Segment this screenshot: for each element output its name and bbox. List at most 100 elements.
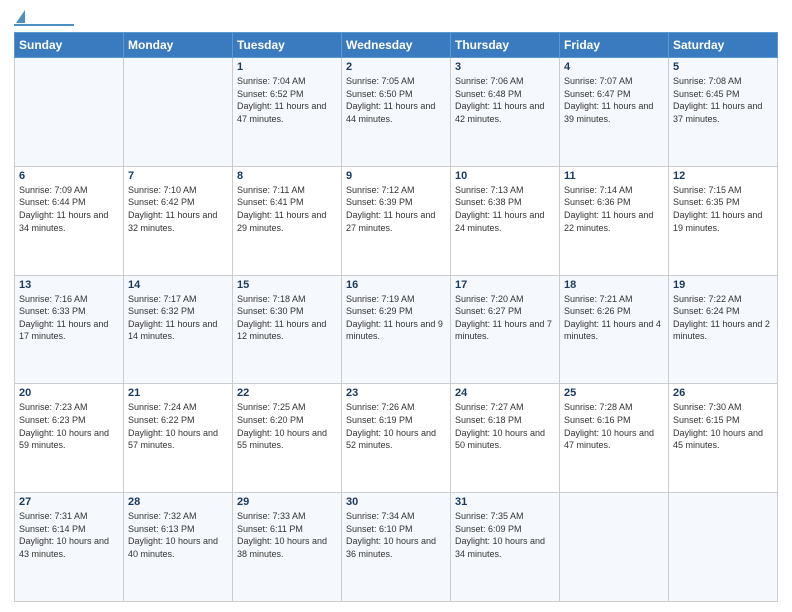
calendar-day-cell: 19 Sunrise: 7:22 AMSunset: 6:24 PMDayligh… [669, 275, 778, 384]
day-number: 7 [128, 170, 228, 182]
day-detail: Sunrise: 7:13 AMSunset: 6:38 PMDaylight:… [455, 184, 555, 234]
day-detail: Sunrise: 7:27 AMSunset: 6:18 PMDaylight:… [455, 401, 555, 451]
weekday-header: Wednesday [342, 33, 451, 58]
calendar-week-row: 27 Sunrise: 7:31 AMSunset: 6:14 PMDayligh… [15, 493, 778, 602]
calendar-day-cell: 3 Sunrise: 7:06 AMSunset: 6:48 PMDaylight… [451, 58, 560, 167]
day-number: 30 [346, 496, 446, 508]
calendar-day-cell: 14 Sunrise: 7:17 AMSunset: 6:32 PMDayligh… [124, 275, 233, 384]
day-number: 27 [19, 496, 119, 508]
day-detail: Sunrise: 7:14 AMSunset: 6:36 PMDaylight:… [564, 184, 664, 234]
day-detail: Sunrise: 7:31 AMSunset: 6:14 PMDaylight:… [19, 510, 119, 560]
calendar-day-cell: 25Sunrise: 7:28 AMSunset: 6:16 PMDayligh… [560, 384, 669, 493]
calendar-week-row: 6 Sunrise: 7:09 AMSunset: 6:44 PMDaylight… [15, 166, 778, 275]
day-detail: Sunrise: 7:11 AMSunset: 6:41 PMDaylight:… [237, 184, 337, 234]
calendar-day-cell: 31 Sunrise: 7:35 AMSunset: 6:09 PMDayligh… [451, 493, 560, 602]
calendar-day-cell: 30 Sunrise: 7:34 AMSunset: 6:10 PMDayligh… [342, 493, 451, 602]
day-number: 16 [346, 279, 446, 291]
day-detail: Sunrise: 7:22 AMSunset: 6:24 PMDaylight:… [673, 293, 773, 343]
calendar-day-cell [669, 493, 778, 602]
day-detail: Sunrise: 7:04 AMSunset: 6:52 PMDaylight:… [237, 75, 337, 125]
calendar-day-cell: 13 Sunrise: 7:16 AMSunset: 6:33 PMDayligh… [15, 275, 124, 384]
calendar-day-cell: 8 Sunrise: 7:11 AMSunset: 6:41 PMDaylight… [233, 166, 342, 275]
calendar-day-cell: 5 Sunrise: 7:08 AMSunset: 6:45 PMDaylight… [669, 58, 778, 167]
day-detail: Sunrise: 7:16 AMSunset: 6:33 PMDaylight:… [19, 293, 119, 343]
calendar-week-row: 1 Sunrise: 7:04 AMSunset: 6:52 PMDaylight… [15, 58, 778, 167]
day-detail: Sunrise: 7:17 AMSunset: 6:32 PMDaylight:… [128, 293, 228, 343]
day-number: 11 [564, 170, 664, 182]
day-number: 2 [346, 61, 446, 73]
day-number: 17 [455, 279, 555, 291]
day-detail: Sunrise: 7:32 AMSunset: 6:13 PMDaylight:… [128, 510, 228, 560]
calendar-day-cell: 9Sunrise: 7:12 AMSunset: 6:39 PMDaylight… [342, 166, 451, 275]
day-number: 31 [455, 496, 555, 508]
calendar-day-cell: 17 Sunrise: 7:20 AMSunset: 6:27 PMDayligh… [451, 275, 560, 384]
logo [14, 10, 74, 26]
weekday-header: Monday [124, 33, 233, 58]
calendar-day-cell: 22 Sunrise: 7:25 AMSunset: 6:20 PMDayligh… [233, 384, 342, 493]
day-number: 6 [19, 170, 119, 182]
calendar-day-cell: 11 Sunrise: 7:14 AMSunset: 6:36 PMDayligh… [560, 166, 669, 275]
calendar-day-cell: 29 Sunrise: 7:33 AMSunset: 6:11 PMDayligh… [233, 493, 342, 602]
calendar-week-row: 13 Sunrise: 7:16 AMSunset: 6:33 PMDayligh… [15, 275, 778, 384]
calendar-day-cell: 6 Sunrise: 7:09 AMSunset: 6:44 PMDaylight… [15, 166, 124, 275]
calendar-header-row: SundayMondayTuesdayWednesdayThursdayFrid… [15, 33, 778, 58]
calendar-day-cell: 10 Sunrise: 7:13 AMSunset: 6:38 PMDayligh… [451, 166, 560, 275]
day-detail: Sunrise: 7:23 AMSunset: 6:23 PMDaylight:… [19, 401, 119, 451]
day-number: 10 [455, 170, 555, 182]
day-number: 29 [237, 496, 337, 508]
calendar-day-cell: 21Sunrise: 7:24 AMSunset: 6:22 PMDayligh… [124, 384, 233, 493]
day-detail: Sunrise: 7:20 AMSunset: 6:27 PMDaylight:… [455, 293, 555, 343]
day-number: 14 [128, 279, 228, 291]
day-detail: Sunrise: 7:33 AMSunset: 6:11 PMDaylight:… [237, 510, 337, 560]
calendar-day-cell: 26Sunrise: 7:30 AMSunset: 6:15 PMDayligh… [669, 384, 778, 493]
day-detail: Sunrise: 7:35 AMSunset: 6:09 PMDaylight:… [455, 510, 555, 560]
weekday-header: Saturday [669, 33, 778, 58]
day-number: 4 [564, 61, 664, 73]
day-number: 25 [564, 387, 664, 399]
calendar-day-cell: 28 Sunrise: 7:32 AMSunset: 6:13 PMDayligh… [124, 493, 233, 602]
day-number: 15 [237, 279, 337, 291]
header [14, 10, 778, 26]
logo-underline [14, 24, 74, 26]
weekday-header: Friday [560, 33, 669, 58]
day-detail: Sunrise: 7:21 AMSunset: 6:26 PMDaylight:… [564, 293, 664, 343]
day-number: 18 [564, 279, 664, 291]
weekday-header: Thursday [451, 33, 560, 58]
calendar-day-cell: 12Sunrise: 7:15 AMSunset: 6:35 PMDayligh… [669, 166, 778, 275]
day-number: 1 [237, 61, 337, 73]
calendar-day-cell: 2Sunrise: 7:05 AMSunset: 6:50 PMDaylight… [342, 58, 451, 167]
calendar-day-cell: 20 Sunrise: 7:23 AMSunset: 6:23 PMDayligh… [15, 384, 124, 493]
calendar-day-cell: 18 Sunrise: 7:21 AMSunset: 6:26 PMDayligh… [560, 275, 669, 384]
calendar-day-cell: 16Sunrise: 7:19 AMSunset: 6:29 PMDayligh… [342, 275, 451, 384]
day-number: 24 [455, 387, 555, 399]
day-number: 3 [455, 61, 555, 73]
day-number: 22 [237, 387, 337, 399]
day-detail: Sunrise: 7:26 AMSunset: 6:19 PMDaylight:… [346, 401, 446, 451]
calendar-day-cell: 15Sunrise: 7:18 AMSunset: 6:30 PMDayligh… [233, 275, 342, 384]
calendar-week-row: 20 Sunrise: 7:23 AMSunset: 6:23 PMDayligh… [15, 384, 778, 493]
weekday-header: Sunday [15, 33, 124, 58]
day-detail: Sunrise: 7:34 AMSunset: 6:10 PMDaylight:… [346, 510, 446, 560]
day-detail: Sunrise: 7:25 AMSunset: 6:20 PMDaylight:… [237, 401, 337, 451]
day-detail: Sunrise: 7:12 AMSunset: 6:39 PMDaylight:… [346, 184, 446, 234]
day-number: 20 [19, 387, 119, 399]
day-detail: Sunrise: 7:08 AMSunset: 6:45 PMDaylight:… [673, 75, 773, 125]
calendar-day-cell: 4 Sunrise: 7:07 AMSunset: 6:47 PMDaylight… [560, 58, 669, 167]
day-number: 28 [128, 496, 228, 508]
logo-triangle-icon [16, 10, 25, 23]
day-detail: Sunrise: 7:06 AMSunset: 6:48 PMDaylight:… [455, 75, 555, 125]
day-detail: Sunrise: 7:09 AMSunset: 6:44 PMDaylight:… [19, 184, 119, 234]
calendar-table: SundayMondayTuesdayWednesdayThursdayFrid… [14, 32, 778, 602]
day-number: 19 [673, 279, 773, 291]
day-number: 12 [673, 170, 773, 182]
day-number: 8 [237, 170, 337, 182]
calendar-day-cell: 23Sunrise: 7:26 AMSunset: 6:19 PMDayligh… [342, 384, 451, 493]
day-detail: Sunrise: 7:07 AMSunset: 6:47 PMDaylight:… [564, 75, 664, 125]
day-detail: Sunrise: 7:30 AMSunset: 6:15 PMDaylight:… [673, 401, 773, 451]
page: SundayMondayTuesdayWednesdayThursdayFrid… [0, 0, 792, 612]
day-number: 13 [19, 279, 119, 291]
calendar-day-cell: 7Sunrise: 7:10 AMSunset: 6:42 PMDaylight… [124, 166, 233, 275]
calendar-day-cell [15, 58, 124, 167]
day-number: 5 [673, 61, 773, 73]
calendar-day-cell [560, 493, 669, 602]
